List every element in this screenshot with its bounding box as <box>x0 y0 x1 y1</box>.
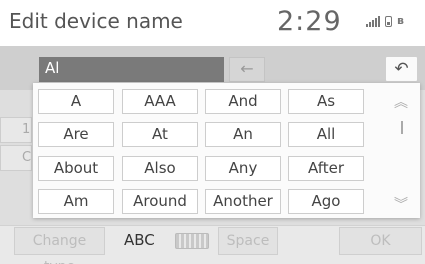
back-button[interactable]: ↶ <box>385 56 418 82</box>
scroll-up-icon[interactable]: ︽ <box>394 96 408 110</box>
space-button[interactable]: Space <box>218 227 278 255</box>
keyboard-key-c[interactable]: C <box>0 145 32 171</box>
clock: 2:29 <box>277 6 342 37</box>
candidate-word[interactable]: An <box>205 122 281 147</box>
scrollbar[interactable] <box>401 121 403 134</box>
candidate-word[interactable]: Another <box>205 189 281 214</box>
device-name-input[interactable]: Al <box>39 57 224 82</box>
candidate-word[interactable]: Any <box>205 156 281 181</box>
signal-strength-icon <box>366 15 380 27</box>
candidate-word[interactable]: AAA <box>122 89 198 114</box>
page-title: Edit device name <box>9 9 183 33</box>
candidate-word[interactable]: After <box>288 156 364 181</box>
header-bar: Edit device name 2:29 ʙ <box>0 0 425 47</box>
backspace-arrow-icon: ← <box>240 59 254 78</box>
candidate-word[interactable]: And <box>205 89 281 114</box>
candidate-word[interactable]: A <box>38 89 114 114</box>
candidate-word[interactable]: At <box>122 122 198 147</box>
device-name-input-value: Al <box>45 59 60 77</box>
edit-device-name-screen: Edit device name 2:29 ʙ Al ← ↶ 1 C A AAA… <box>0 0 425 264</box>
candidate-word[interactable]: Ago <box>288 189 364 214</box>
bluetooth-icon: ʙ <box>397 14 404 27</box>
candidate-word[interactable]: Are <box>38 122 114 147</box>
keyboard-key-1[interactable]: 1 <box>0 117 32 143</box>
ok-button[interactable]: OK <box>339 227 422 255</box>
candidate-word[interactable]: As <box>288 89 364 114</box>
keyboard-layout-icon[interactable] <box>175 233 209 249</box>
candidate-word[interactable]: Am <box>38 189 114 214</box>
candidate-word[interactable]: Also <box>122 156 198 181</box>
backspace-button[interactable]: ← <box>229 57 265 82</box>
phone-battery-icon <box>385 16 392 27</box>
input-mode-label: ABC <box>124 231 155 249</box>
candidate-word[interactable]: All <box>288 122 364 147</box>
change-type-button[interactable]: Change type <box>14 227 105 264</box>
candidate-word[interactable]: Around <box>122 189 198 214</box>
candidate-word[interactable]: About <box>38 156 114 181</box>
scroll-down-icon[interactable]: ︾ <box>394 198 408 212</box>
status-icons: ʙ <box>366 15 404 27</box>
undo-arrow-icon: ↶ <box>394 59 409 79</box>
